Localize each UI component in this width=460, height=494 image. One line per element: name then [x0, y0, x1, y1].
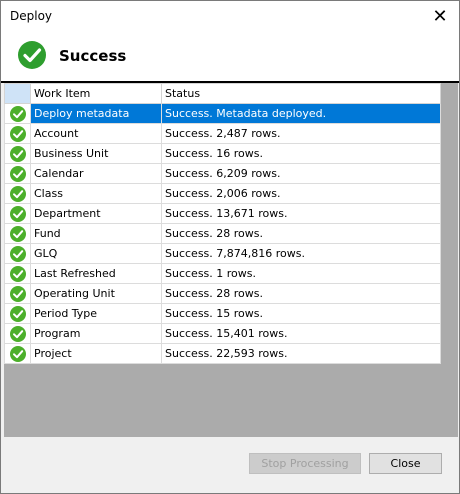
row-status-cell: [4, 343, 31, 364]
row-status-cell: [4, 183, 31, 204]
check-circle-icon: [9, 185, 26, 202]
work-item-cell: GLQ: [30, 243, 162, 264]
table-row[interactable]: Fund Success. 28 rows.: [4, 223, 441, 244]
check-circle-icon: [9, 285, 26, 302]
check-circle-icon: [9, 245, 26, 262]
row-status-cell: [4, 303, 31, 324]
status-cell: Success. 6,209 rows.: [161, 163, 441, 184]
work-item-cell: Fund: [30, 223, 162, 244]
table-row[interactable]: Operating Unit Success. 28 rows.: [4, 283, 441, 304]
status-cell: Success. 22,593 rows.: [161, 343, 441, 364]
row-status-cell: [4, 263, 31, 284]
table-row[interactable]: Program Success. 15,401 rows.: [4, 323, 441, 344]
work-item-cell: Project: [30, 343, 162, 364]
work-item-cell: Business Unit: [30, 143, 162, 164]
status-cell: Success. 15 rows.: [161, 303, 441, 324]
check-circle-icon: [9, 305, 26, 322]
table-row[interactable]: Deploy metadata Success. Metadata deploye…: [4, 103, 441, 124]
table-row[interactable]: Account Success. 2,487 rows.: [4, 123, 441, 144]
status-cell: Success. Metadata deployed.: [161, 103, 441, 124]
row-status-cell: [4, 203, 31, 224]
row-status-cell: [4, 163, 31, 184]
status-cell: Success. 2,487 rows.: [161, 123, 441, 144]
work-item-cell: Period Type: [30, 303, 162, 324]
check-circle-icon: [9, 265, 26, 282]
check-circle-icon: [9, 325, 26, 342]
header-row: Work Item Status: [4, 83, 441, 104]
column-header-status[interactable]: Status: [161, 83, 441, 104]
row-status-cell: [4, 123, 31, 144]
check-circle-icon: [9, 205, 26, 222]
status-cell: Success. 7,874,816 rows.: [161, 243, 441, 264]
button-bar: Stop Processing Close: [1, 437, 459, 493]
status-cell: Success. 15,401 rows.: [161, 323, 441, 344]
check-circle-icon: [18, 41, 46, 69]
work-item-cell: Program: [30, 323, 162, 344]
status-cell: Success. 13,671 rows.: [161, 203, 441, 224]
work-item-cell: Account: [30, 123, 162, 144]
deploy-dialog: Deploy ✕ Success Work Item Status Deploy…: [0, 0, 460, 494]
status-cell: Success. 16 rows.: [161, 143, 441, 164]
status-banner: Success: [1, 31, 459, 83]
status-cell: Success. 2,006 rows.: [161, 183, 441, 204]
close-button[interactable]: Close: [369, 453, 442, 474]
status-cell: Success. 28 rows.: [161, 223, 441, 244]
select-all-header[interactable]: [4, 83, 31, 104]
status-title: Success: [59, 47, 127, 65]
work-item-cell: Operating Unit: [30, 283, 162, 304]
work-item-grid[interactable]: Work Item Status Deploy metadata Success.…: [4, 83, 458, 437]
window-title: Deploy: [10, 9, 53, 23]
stop-processing-button[interactable]: Stop Processing: [249, 453, 361, 474]
table-row[interactable]: Calendar Success. 6,209 rows.: [4, 163, 441, 184]
row-status-cell: [4, 243, 31, 264]
column-header-work-item[interactable]: Work Item: [30, 83, 162, 104]
check-circle-icon: [9, 145, 26, 162]
row-status-cell: [4, 143, 31, 164]
work-item-cell: Deploy metadata: [30, 103, 162, 124]
table-row[interactable]: GLQ Success. 7,874,816 rows.: [4, 243, 441, 264]
title-bar: Deploy ✕: [1, 1, 459, 31]
check-circle-icon: [9, 345, 26, 362]
row-status-cell: [4, 103, 31, 124]
work-item-cell: Class: [30, 183, 162, 204]
check-circle-icon: [9, 225, 26, 242]
check-circle-icon: [9, 125, 26, 142]
table-row[interactable]: Last Refreshed Success. 1 rows.: [4, 263, 441, 284]
table-row[interactable]: Department Success. 13,671 rows.: [4, 203, 441, 224]
status-cell: Success. 28 rows.: [161, 283, 441, 304]
row-status-cell: [4, 323, 31, 344]
work-item-cell: Calendar: [30, 163, 162, 184]
table-row[interactable]: Business Unit Success. 16 rows.: [4, 143, 441, 164]
check-circle-icon: [9, 105, 26, 122]
table-row[interactable]: Class Success. 2,006 rows.: [4, 183, 441, 204]
row-status-cell: [4, 283, 31, 304]
work-item-table: Work Item Status Deploy metadata Success.…: [4, 83, 441, 364]
table-row[interactable]: Period Type Success. 15 rows.: [4, 303, 441, 324]
status-cell: Success. 1 rows.: [161, 263, 441, 284]
close-icon[interactable]: ✕: [427, 3, 453, 29]
row-status-cell: [4, 223, 31, 244]
work-item-cell: Department: [30, 203, 162, 224]
check-circle-icon: [9, 165, 26, 182]
table-row[interactable]: Project Success. 22,593 rows.: [4, 343, 441, 364]
work-item-cell: Last Refreshed: [30, 263, 162, 284]
